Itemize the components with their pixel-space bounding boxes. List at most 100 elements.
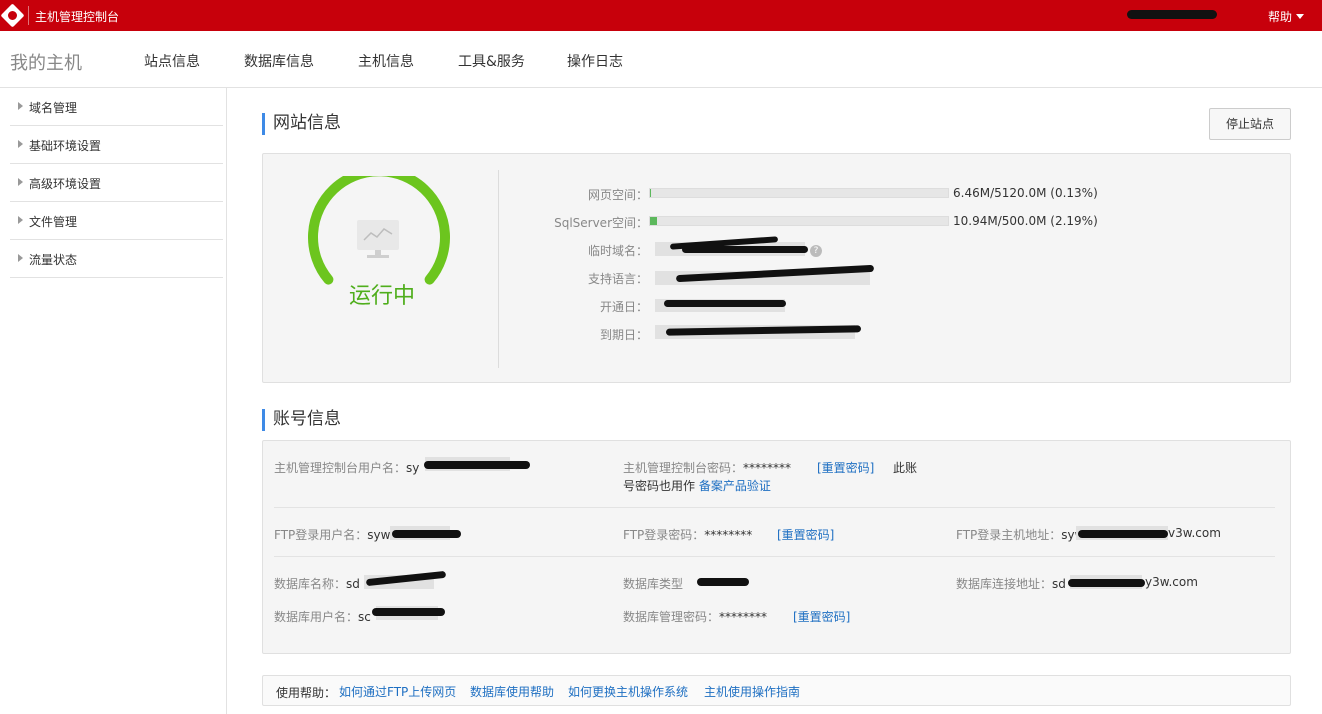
nav-item-tools-services[interactable]: 工具&服务 [458,51,525,71]
divider [274,507,1275,508]
logo-icon [0,3,25,28]
ftp-password-field: FTP登录密码：******** [623,526,752,543]
ftp-host-suffix: v3w.com [1168,526,1221,540]
redacted-temp-domain [682,246,808,253]
help-label[interactable]: 帮助 [1268,10,1292,24]
help-question-icon[interactable]: ? [810,245,822,257]
nav-item-database-info[interactable]: 数据库信息 [244,51,314,71]
reset-ftp-password-link[interactable]: [重置密码] [777,526,834,543]
db-host-label: 数据库连接地址： [956,577,1053,591]
sql-space-label: SqlServer空间： [554,216,648,230]
filing-verification-link[interactable]: 备案产品验证 [699,479,771,493]
help-link-change-os[interactable]: 如何更换主机操作系统 [568,683,688,700]
sidebar-item-label: 文件管理 [29,215,78,229]
redacted-open-date [664,300,786,307]
help-menu[interactable]: 帮助 [1268,8,1305,25]
web-space-progress [649,188,949,198]
console-username-field: 主机管理控制台用户名：sy [274,459,419,476]
db-type-label: 数据库类型 [623,577,684,591]
site-info-heading: 网站信息 [262,113,341,135]
redacted-db-host [1068,579,1145,587]
ftp-username-label: FTP登录用户名： [274,528,368,542]
ftp-username-value: syw [367,528,391,542]
languages-label: 支持语言： [587,272,648,286]
reset-console-password-link[interactable]: [重置密码] [817,459,874,476]
redacted-db-type [697,578,749,586]
console-title: 主机管理控制台 [35,10,120,24]
sql-space-value: 10.94M/500.0M (2.19%) [953,214,1098,228]
ftp-host-label: FTP登录主机地址： [956,528,1062,542]
db-host-suffix: y3w.com [1145,575,1198,589]
sidebar-item-label: 流量状态 [29,253,78,267]
main-nav: 我的主机 站点信息 数据库信息 主机信息 工具&服务 操作日志 [0,31,1322,88]
sidebar-item-label: 域名管理 [29,101,78,115]
db-username-field: 数据库用户名：sc [274,608,371,625]
nav-item-operation-log[interactable]: 操作日志 [567,51,623,71]
db-username-label: 数据库用户名： [274,610,359,624]
redacted-db-username [372,608,445,616]
expand-arrow-icon [18,140,23,148]
sidebar-item-traffic[interactable]: 流量状态 [10,240,223,278]
reset-db-password-link[interactable]: [重置密码] [793,608,850,625]
expand-arrow-icon [18,216,23,224]
db-password-value: ******** [719,610,768,624]
console-username-value: sy [406,461,420,475]
running-status: 运行中 [348,284,415,309]
caret-down-icon [1296,14,1305,19]
sql-space-fill [650,217,657,225]
web-space-label: 网页空间： [587,188,648,202]
top-bar: 主机管理控制台 帮助 [0,0,1322,31]
open-date-label: 开通日： [599,300,648,314]
db-name-field: 数据库名称：sd [274,575,360,592]
sidebar: 域名管理 基础环境设置 高级环境设置 文件管理 流量状态 [0,88,227,714]
ftp-password-value: ******** [704,528,753,542]
redacted-ftp-username [392,530,461,538]
brand-title: 我的主机 [10,53,82,74]
db-username-value: sc [358,610,371,624]
ftp-host-field: FTP登录主机地址：syw [956,526,1084,543]
temp-domain-label: 临时域名： [587,244,648,258]
nav-item-site-info[interactable]: 站点信息 [144,51,200,71]
db-name-value: sd [346,577,360,591]
sidebar-item-domain[interactable]: 域名管理 [10,88,223,126]
divider [498,170,499,368]
db-type-field: 数据库类型 [623,575,683,592]
divider [28,6,29,25]
sidebar-item-label: 基础环境设置 [29,139,102,153]
redacted-ftp-host [1078,530,1168,538]
console-username-label: 主机管理控制台用户名： [274,461,407,475]
monitor-icon [357,220,399,258]
stop-site-button[interactable]: 停止站点 [1209,108,1291,140]
db-password-field: 数据库管理密码：******** [623,608,767,625]
redacted-console-username [424,461,530,469]
sidebar-item-basic-env[interactable]: 基础环境设置 [10,126,223,164]
usage-help-label: 使用帮助： [276,686,337,700]
help-link-usage-guide[interactable]: 主机使用操作指南 [704,683,800,700]
redacted-username[interactable] [1127,10,1217,19]
sidebar-item-advanced-env[interactable]: 高级环境设置 [10,164,223,202]
help-link-database[interactable]: 数据库使用帮助 [470,683,554,700]
db-password-label: 数据库管理密码： [623,610,720,624]
account-info-heading: 账号信息 [262,409,341,431]
console-password-value: ******** [743,461,792,475]
sidebar-item-file-manage[interactable]: 文件管理 [10,202,223,240]
expand-arrow-icon [18,102,23,110]
sql-space-progress [649,216,949,226]
nav-item-host-info[interactable]: 主机信息 [358,51,414,71]
divider [274,556,1275,557]
help-link-ftp-upload[interactable]: 如何通过FTP上传网页 [339,683,456,700]
db-host-field: 数据库连接地址：sd [956,575,1066,592]
web-space-value: 6.46M/5120.0M (0.13%) [953,186,1098,200]
console-note-text: 号密码也用作 [623,479,696,493]
expire-date-label: 到期日： [599,328,648,342]
ftp-username-field: FTP登录用户名：syw [274,526,390,543]
console-password-field: 主机管理控制台密码：******** [623,459,791,476]
ftp-password-label: FTP登录密码： [623,528,705,542]
console-password-label: 主机管理控制台密码： [623,461,744,475]
expand-arrow-icon [18,254,23,262]
console-note-line2: 号密码也用作 备案产品验证 [623,477,771,494]
db-name-label: 数据库名称： [274,577,347,591]
console-note: 此账 [893,461,918,475]
expand-arrow-icon [18,178,23,186]
db-host-prefix: sd [1052,577,1066,591]
